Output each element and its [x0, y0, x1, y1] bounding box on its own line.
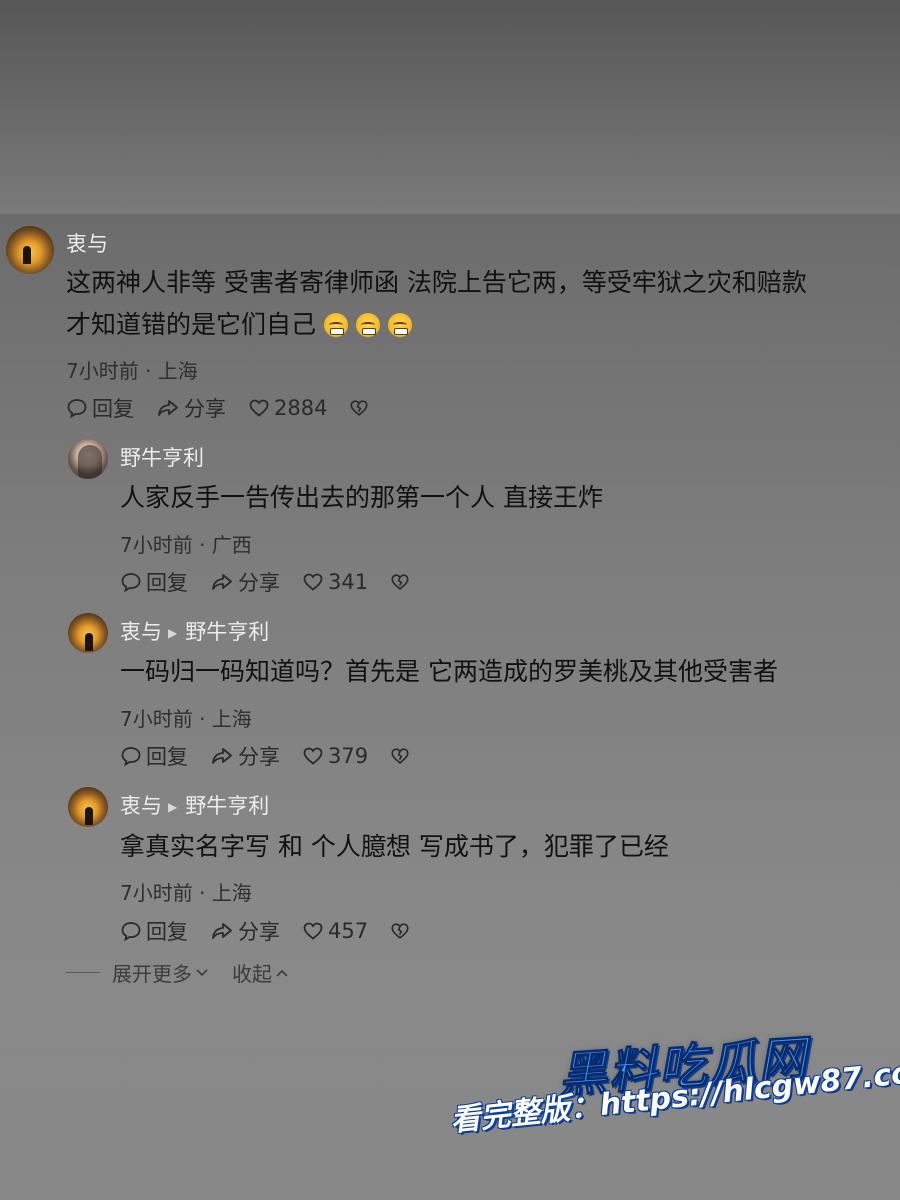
share-button[interactable]: 分享 [156, 393, 226, 423]
divider-line [66, 972, 100, 973]
action-bar: 回复 分享 2884 [66, 393, 395, 423]
comment-text-line: 人家反手一告传出去的那第一个人 直接王炸 [120, 483, 603, 512]
reply-button[interactable]: 回复 [120, 916, 188, 946]
comment-bubble-icon [121, 747, 141, 767]
avatar[interactable] [6, 226, 54, 274]
collapse-label: 收起 [232, 962, 272, 986]
action-bar: 回复 分享 379 [120, 741, 436, 771]
share-label: 分享 [184, 397, 226, 421]
heart-icon [303, 573, 323, 591]
comment-text-line: 拿真实名字写 和 个人臆想 写成书了，犯罪了已经 [120, 832, 669, 861]
avatar[interactable] [68, 439, 108, 479]
share-label: 分享 [238, 920, 280, 944]
comment-text: 这两神人非等 受害者寄律师函 法院上告它两，等受牢狱之灾和赔款 才知道错的是它们… [66, 262, 807, 346]
like-count: 2884 [274, 396, 328, 420]
heart-icon [303, 922, 323, 940]
video-area [0, 0, 900, 214]
reply-to-username[interactable]: 野牛亨利 [185, 794, 269, 818]
share-label: 分享 [238, 745, 280, 769]
username-text: 野牛亨利 [120, 446, 204, 470]
broken-heart-icon [350, 400, 368, 416]
share-arrow-icon [212, 574, 232, 590]
comment-text-line: 这两神人非等 受害者寄律师函 法院上告它两，等受牢狱之灾和赔款 [66, 268, 807, 297]
like-button[interactable]: 379 [302, 744, 368, 768]
comment-username[interactable]: 野牛亨利 [120, 442, 204, 472]
comment-bubble-icon [121, 922, 141, 942]
comment-text: 拿真实名字写 和 个人臆想 写成书了，犯罪了已经 [120, 826, 669, 868]
collapse-button[interactable]: 收起 [232, 958, 290, 987]
like-count: 379 [328, 744, 369, 768]
share-arrow-icon [212, 748, 232, 764]
reply-button[interactable]: 回复 [66, 393, 134, 423]
comment-text-line: 一码归一码知道吗？首先是 它两造成的罗美桃及其他受害者 [120, 657, 778, 686]
reply-label: 回复 [146, 920, 188, 944]
expand-more-button[interactable]: 展开更多 [112, 958, 210, 987]
reply-button[interactable]: 回复 [120, 567, 188, 597]
dislike-button[interactable] [390, 921, 414, 941]
comment-username[interactable]: 衷与 ▶ 野牛亨利 [120, 790, 269, 820]
triangle-right-icon: ▶ [168, 800, 178, 814]
comment-bubble-icon [121, 573, 141, 593]
chevron-down-icon [196, 968, 208, 976]
comment-text-line-text: 才知道错的是它们自己 [66, 310, 317, 339]
share-button[interactable]: 分享 [210, 741, 280, 771]
broken-heart-icon [391, 748, 409, 764]
expand-more-label: 展开更多 [112, 962, 192, 986]
reply-button[interactable]: 回复 [120, 741, 188, 771]
comment-username[interactable]: 衷与 [66, 228, 108, 258]
like-count: 341 [328, 570, 369, 594]
fearful-face-emoji [324, 313, 349, 337]
reply-label: 回复 [146, 571, 188, 595]
broken-heart-icon [391, 923, 409, 939]
username-text: 衷与 [120, 620, 162, 644]
share-button[interactable]: 分享 [210, 567, 280, 597]
fearful-face-emoji [356, 313, 381, 337]
share-arrow-icon [212, 923, 232, 939]
share-arrow-icon [158, 400, 178, 416]
reply-to-username[interactable]: 野牛亨利 [185, 620, 269, 644]
avatar[interactable] [68, 787, 108, 827]
broken-heart-icon [391, 574, 409, 590]
expand-collapse-row: 展开更多 收起 [66, 958, 290, 987]
time-location: 7小时前 · 上海 [120, 881, 252, 905]
heart-icon [303, 747, 323, 765]
reply-label: 回复 [146, 745, 188, 769]
share-button[interactable]: 分享 [210, 916, 280, 946]
comment-username[interactable]: 衷与 ▶ 野牛亨利 [120, 616, 269, 646]
like-button[interactable]: 457 [302, 919, 368, 943]
comment-text-line: 才知道错的是它们自己 [66, 304, 807, 346]
avatar[interactable] [68, 613, 108, 653]
action-bar: 回复 分享 457 [120, 916, 436, 946]
like-button[interactable]: 341 [302, 570, 368, 594]
time-location: 7小时前 · 广西 [120, 533, 252, 557]
fearful-face-emoji [388, 313, 413, 337]
chevron-up-icon [276, 969, 288, 977]
time-location: 7小时前 · 上海 [120, 707, 252, 731]
username-text: 衷与 [120, 794, 162, 818]
dislike-button[interactable] [390, 572, 414, 592]
heart-icon [249, 399, 269, 417]
time-location: 7小时前 · 上海 [66, 359, 198, 383]
reply-label: 回复 [92, 397, 134, 421]
action-bar: 回复 分享 341 [120, 567, 436, 597]
like-button[interactable]: 2884 [248, 396, 327, 420]
username-text: 衷与 [66, 232, 108, 256]
dislike-button[interactable] [349, 398, 373, 418]
comment-text: 一码归一码知道吗？首先是 它两造成的罗美桃及其他受害者 [120, 651, 778, 693]
like-count: 457 [328, 919, 369, 943]
dislike-button[interactable] [390, 746, 414, 766]
share-label: 分享 [238, 571, 280, 595]
comment-text: 人家反手一告传出去的那第一个人 直接王炸 [120, 477, 603, 519]
triangle-right-icon: ▶ [168, 626, 178, 640]
comment-bubble-icon [67, 399, 87, 419]
